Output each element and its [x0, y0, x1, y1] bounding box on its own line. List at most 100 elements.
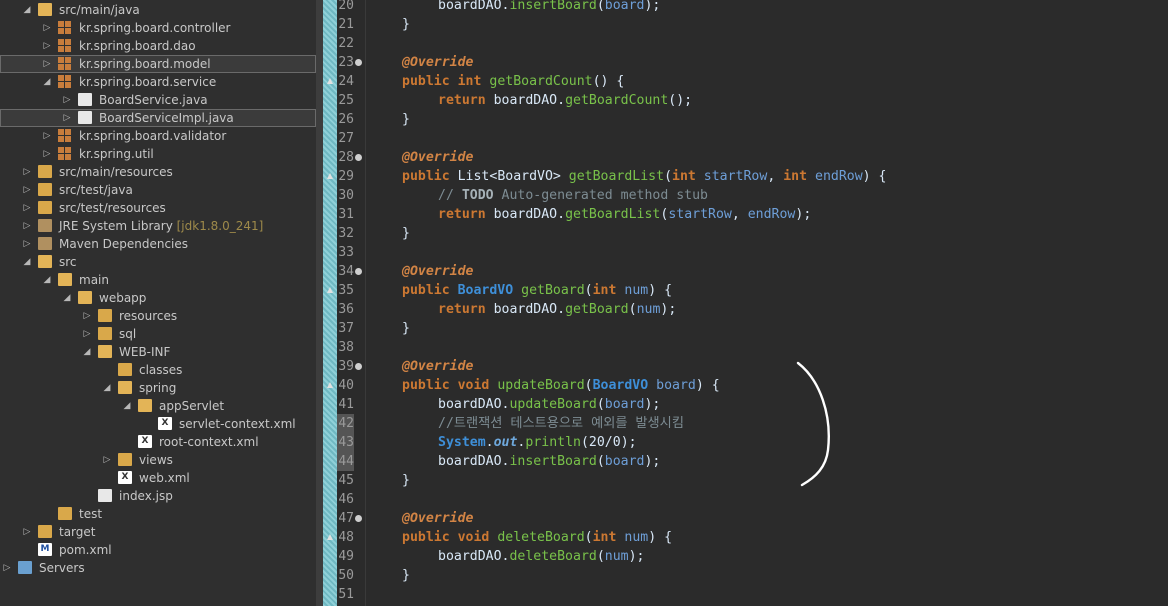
code-line[interactable]: //트랜잭션 테스트용으로 예외를 발생시킴 [438, 414, 684, 433]
collapse-arrow-icon[interactable]: ◢ [42, 74, 52, 90]
tree-item[interactable]: ◢ spring [0, 379, 316, 397]
tree-item[interactable]: ▷ JRE System Library [jdk1.8.0_241] [0, 217, 316, 235]
tree-item[interactable]: ▷ views [0, 451, 316, 469]
code-line[interactable]: @Override [402, 357, 473, 376]
expand-arrow-icon[interactable]: ▷ [102, 452, 112, 468]
collapse-arrow-icon[interactable]: ◢ [82, 344, 92, 360]
expand-arrow-icon[interactable]: ▷ [42, 56, 52, 72]
tree-item[interactable]: ▷ src/main/resources [0, 163, 316, 181]
code-line[interactable]: } [402, 566, 410, 585]
tree-item[interactable]: ◢ webapp [0, 289, 316, 307]
code-line[interactable]: @Override [402, 53, 473, 72]
code-line[interactable]: return boardDAO.getBoard(num); [438, 300, 676, 319]
code-line[interactable]: public List<BoardVO> getBoardList(int st… [402, 167, 886, 186]
code-line[interactable]: boardDAO.updateBoard(board); [438, 395, 660, 414]
expand-arrow-icon[interactable]: ▷ [42, 128, 52, 144]
code-line[interactable]: boardDAO.deleteBoard(num); [438, 547, 645, 566]
expand-arrow-icon[interactable]: ▷ [42, 146, 52, 162]
tree-item-label: test [79, 507, 103, 521]
expand-arrow-icon[interactable]: ▷ [82, 326, 92, 342]
expand-arrow-icon[interactable]: ▷ [62, 92, 72, 108]
code-line[interactable]: @Override [402, 262, 473, 281]
tree-item[interactable]: ▷ kr.spring.board.model [0, 55, 316, 73]
tree-item[interactable]: ◢ src [0, 253, 316, 271]
tree-item[interactable]: ▷ Maven Dependencies [0, 235, 316, 253]
code-line[interactable]: } [402, 15, 410, 34]
collapse-arrow-icon[interactable]: ◢ [122, 398, 132, 414]
expand-arrow-icon[interactable]: ▷ [62, 110, 72, 126]
fold-toggle-icon[interactable] [355, 515, 362, 522]
package-icon [58, 147, 72, 160]
package-icon [58, 129, 72, 142]
code-line[interactable]: } [402, 319, 410, 338]
expand-arrow-icon[interactable]: ▷ [82, 308, 92, 324]
expand-arrow-icon[interactable]: ▷ [22, 236, 32, 252]
code-line[interactable]: public int getBoardCount() { [402, 72, 624, 91]
fold-toggle-icon[interactable] [355, 268, 362, 275]
tree-item[interactable]: ◢ src/main/java [0, 1, 316, 19]
code-line[interactable]: public BoardVO getBoard(int num) { [402, 281, 672, 300]
tree-item[interactable]: ◢ kr.spring.board.service [0, 73, 316, 91]
code-line[interactable]: } [402, 110, 410, 129]
tree-item[interactable]: Xroot-context.xml [0, 433, 316, 451]
code-line[interactable]: } [402, 224, 410, 243]
code-line[interactable]: // TODO Auto-generated method stub [438, 186, 708, 205]
expand-arrow-icon[interactable]: ▷ [42, 20, 52, 36]
code-line[interactable]: boardDAO.insertBoard(board); [438, 452, 660, 471]
expand-arrow-icon[interactable]: ▷ [22, 200, 32, 216]
fold-toggle-icon[interactable] [355, 363, 362, 370]
tree-item[interactable]: ◢ main [0, 271, 316, 289]
code-line[interactable]: @Override [402, 148, 473, 167]
panel-divider[interactable] [316, 0, 323, 606]
collapse-arrow-icon[interactable]: ◢ [42, 272, 52, 288]
line-number: 28 [338, 150, 354, 165]
folder-icon [38, 255, 52, 268]
expand-arrow-icon[interactable]: ▷ [22, 182, 32, 198]
fold-toggle-icon[interactable] [355, 59, 362, 66]
server-folder-icon [18, 561, 32, 574]
tree-item[interactable]: ◢ WEB-INF [0, 343, 316, 361]
tree-item-label: WEB-INF [119, 345, 171, 359]
tree-item[interactable]: ▷ resources [0, 307, 316, 325]
tree-item[interactable]: ▷ kr.spring.util [0, 145, 316, 163]
tree-item[interactable]: ▷ src/test/java [0, 181, 316, 199]
expand-arrow-icon[interactable]: ▷ [42, 38, 52, 54]
tree-item[interactable]: ▷ target [0, 523, 316, 541]
tree-item[interactable]: classes [0, 361, 316, 379]
override-indicator-icon [327, 287, 334, 293]
collapse-arrow-icon[interactable]: ◢ [102, 380, 112, 396]
expand-arrow-icon[interactable]: ▷ [22, 218, 32, 234]
collapse-arrow-icon[interactable]: ◢ [22, 2, 32, 18]
tree-item[interactable]: test [0, 505, 316, 523]
code-line[interactable]: return boardDAO.getBoardCount(); [438, 91, 692, 110]
code-line[interactable]: return boardDAO.getBoardList(startRow, e… [438, 205, 811, 224]
code-line[interactable]: @Override [402, 509, 473, 528]
code-editor[interactable]: boardDAO.insertBoard(board);} @Override pu… [366, 0, 1168, 606]
tree-item[interactable]: ▷ kr.spring.board.validator [0, 127, 316, 145]
tree-item[interactable]: Xweb.xml [0, 469, 316, 487]
tree-item[interactable]: ▷ kr.spring.board.controller [0, 19, 316, 37]
tree-item[interactable]: Xservlet-context.xml [0, 415, 316, 433]
expand-arrow-icon[interactable]: ▷ [2, 560, 12, 576]
line-number: 43 [337, 433, 354, 452]
code-line[interactable]: boardDAO.insertBoard(board); [438, 0, 660, 15]
tree-item[interactable]: ▷ src/test/resources [0, 199, 316, 217]
collapse-arrow-icon[interactable]: ◢ [62, 290, 72, 306]
tree-item-label: appServlet [159, 399, 225, 413]
code-line[interactable]: } [402, 471, 410, 490]
expand-arrow-icon[interactable]: ▷ [22, 164, 32, 180]
fold-toggle-icon[interactable] [355, 154, 362, 161]
tree-item[interactable]: ▷ kr.spring.board.dao [0, 37, 316, 55]
tree-item[interactable]: ◢ appServlet [0, 397, 316, 415]
tree-item[interactable]: ▷ sql [0, 325, 316, 343]
code-line[interactable]: public void deleteBoard(int num) { [402, 528, 672, 547]
collapse-arrow-icon[interactable]: ◢ [22, 254, 32, 270]
code-line[interactable]: System.out.println(20/0); [438, 433, 637, 452]
expand-arrow-icon[interactable]: ▷ [22, 524, 32, 540]
tree-item[interactable]: Mpom.xml [0, 541, 316, 559]
tree-item[interactable]: ▷ BoardService.java [0, 91, 316, 109]
tree-item[interactable]: ▷ Servers [0, 559, 316, 577]
code-line[interactable]: public void updateBoard(BoardVO board) { [402, 376, 720, 395]
tree-item[interactable]: ▷ BoardServiceImpl.java [0, 109, 316, 127]
tree-item[interactable]: index.jsp [0, 487, 316, 505]
